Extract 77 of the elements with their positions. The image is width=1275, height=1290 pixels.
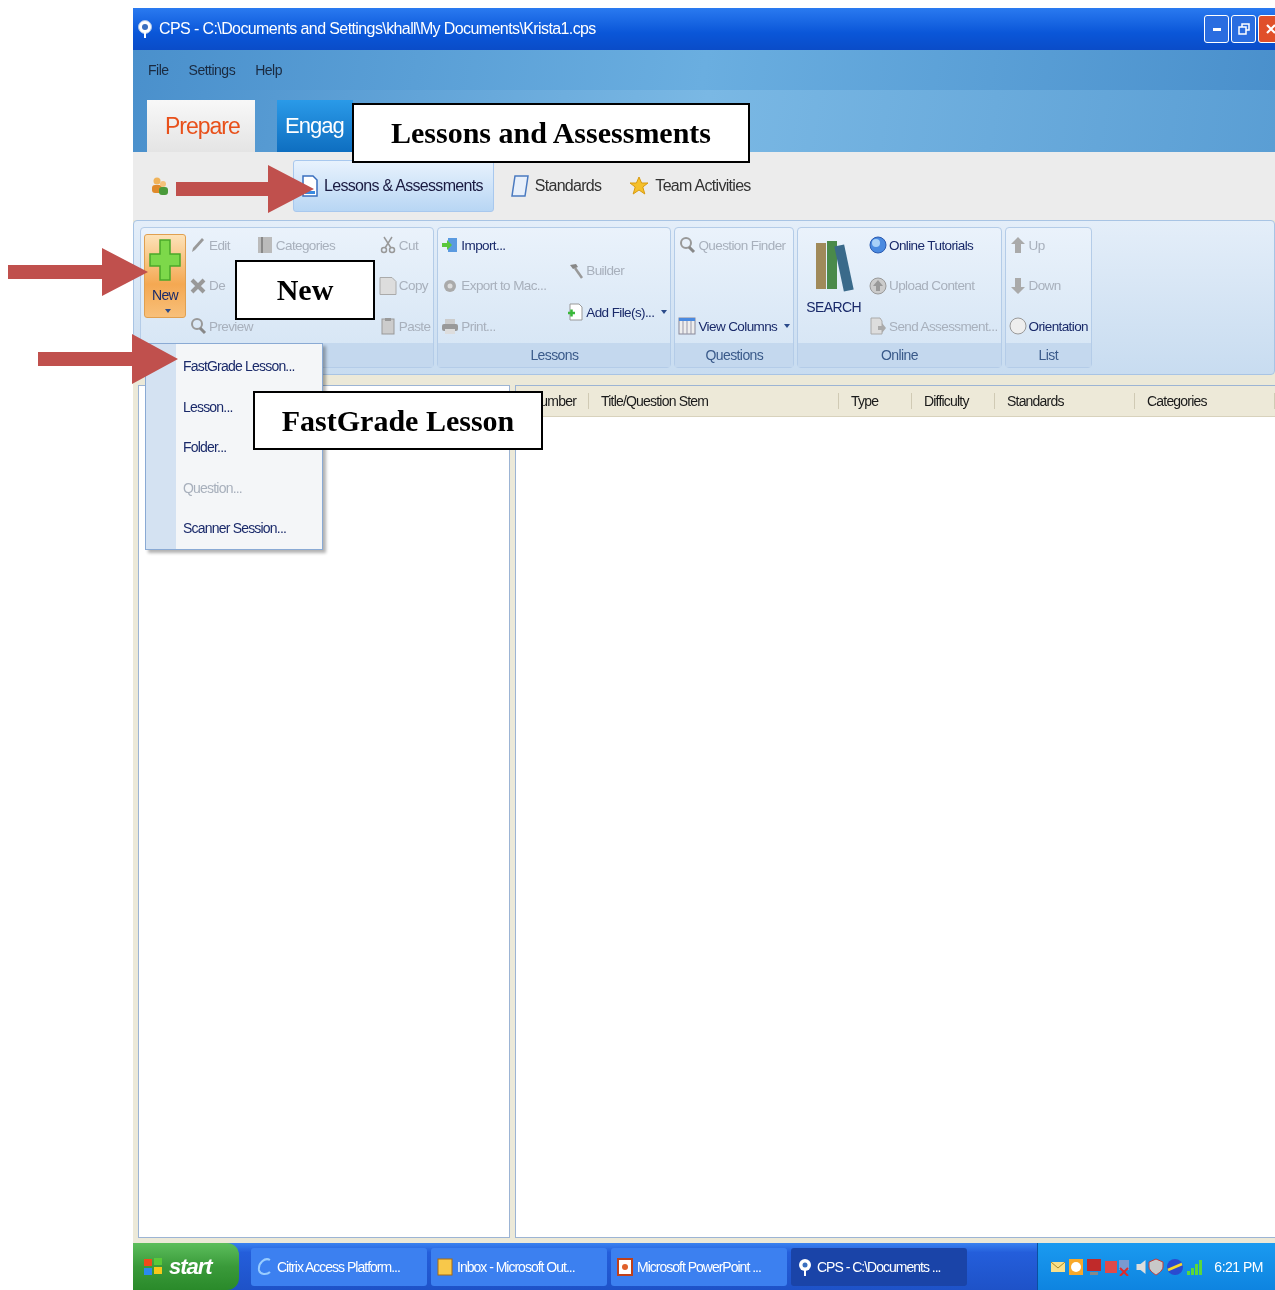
taskbar-button[interactable]: CPS - C:\Documents ... <box>791 1247 967 1286</box>
upload-icon <box>869 276 887 295</box>
close-icon <box>1264 23 1275 35</box>
browser-icon <box>257 1257 273 1276</box>
inbox-icon <box>437 1257 453 1276</box>
magnifier-icon <box>189 317 207 335</box>
envelope-icon <box>1050 1259 1067 1274</box>
window-title: CPS - C:\Documents and Settings\khall\My Documents\Krista1.cps <box>159 20 596 38</box>
books-icon <box>813 239 854 293</box>
page-icon <box>378 276 397 295</box>
tab[interactable]: Engag <box>277 100 353 152</box>
ribbon-button[interactable]: View Columns <box>678 315 791 337</box>
sub-tab[interactable]: Team Activities <box>620 160 762 212</box>
printer-icon <box>441 317 460 335</box>
scissors-icon <box>378 236 397 254</box>
clock: 6:21 PM <box>1214 1258 1263 1275</box>
callout: FastGrade Lesson <box>253 391 543 450</box>
send-icon <box>869 317 887 335</box>
callout: Lessons and Assessments <box>352 103 750 163</box>
circle-icon <box>1008 317 1027 335</box>
shield-icon <box>1148 1257 1165 1276</box>
menu-item[interactable]: FastGrade Lesson... <box>183 358 295 375</box>
magnifier-icon <box>678 236 697 254</box>
people-icon <box>151 176 169 196</box>
ribbon-button[interactable]: Add File(s)... <box>566 301 668 324</box>
minimize-icon <box>1212 27 1221 31</box>
menu-item[interactable]: Scanner Session... <box>183 520 287 537</box>
sub-tab[interactable]: Standards <box>501 160 613 212</box>
taskbar-button[interactable]: Microsoft PowerPoint ... <box>611 1247 787 1286</box>
menu-item[interactable]: Settings <box>188 62 236 78</box>
ribbon-button[interactable]: SEARCH <box>801 234 866 320</box>
import-icon <box>441 236 460 254</box>
table-icon <box>678 317 697 335</box>
ribbon-button[interactable]: New <box>144 234 186 318</box>
column-header[interactable]: Title/Question Stem <box>589 393 839 409</box>
group-label: List <box>1038 347 1058 363</box>
minimize-button[interactable] <box>1204 15 1229 43</box>
slides-icon <box>617 1257 633 1276</box>
ribbon-button[interactable]: Orientation <box>1008 315 1088 337</box>
sub-tab[interactable]: Lessons & Assessments <box>293 160 494 212</box>
flag-icon <box>143 1256 163 1277</box>
tab[interactable]: Prepare <box>147 100 255 152</box>
pencil-icon <box>189 236 207 254</box>
menu-item[interactable]: Folder... <box>183 439 227 456</box>
column-header[interactable]: Difficulty <box>912 393 995 409</box>
group-label: Questions <box>705 347 764 363</box>
start-button[interactable]: start <box>133 1243 239 1290</box>
plus-icon <box>149 239 181 281</box>
menu-item[interactable]: Help <box>255 62 282 78</box>
cross-icon <box>189 276 207 295</box>
speaker-icon <box>1136 1259 1147 1274</box>
ribbon-button[interactable]: Import... <box>441 234 506 256</box>
signal-icon <box>1186 1257 1205 1276</box>
column-header[interactable]: Standards <box>995 393 1135 409</box>
column-header[interactable]: Type <box>839 393 912 409</box>
app-icon <box>137 20 153 38</box>
ribbon-button[interactable]: Online Tutorials <box>869 234 974 256</box>
star-icon <box>629 176 650 196</box>
restore-button[interactable] <box>1231 15 1256 43</box>
restore-icon <box>1237 23 1250 35</box>
app-icon <box>797 1257 813 1276</box>
menu-item[interactable]: File <box>148 62 169 78</box>
monitor-icon <box>1086 1257 1103 1276</box>
clipboard-icon <box>378 317 397 335</box>
column-header[interactable]: Categories <box>1135 393 1275 409</box>
globe-icon <box>1166 1257 1185 1276</box>
globe-icon <box>869 236 887 254</box>
callout: New <box>235 260 375 320</box>
pageplus-icon <box>566 303 585 322</box>
taskbar-button[interactable]: Inbox - Microsoft Out... <box>431 1247 607 1286</box>
group-label: Online <box>880 347 918 363</box>
taskbar-button[interactable]: Citrix Access Platform... <box>251 1247 427 1286</box>
group-label: Lessons <box>530 347 579 363</box>
menu-item[interactable]: Lesson... <box>183 398 233 415</box>
scroll-icon <box>510 175 529 197</box>
clock-icon <box>1068 1257 1085 1276</box>
ledger-icon <box>255 236 274 254</box>
